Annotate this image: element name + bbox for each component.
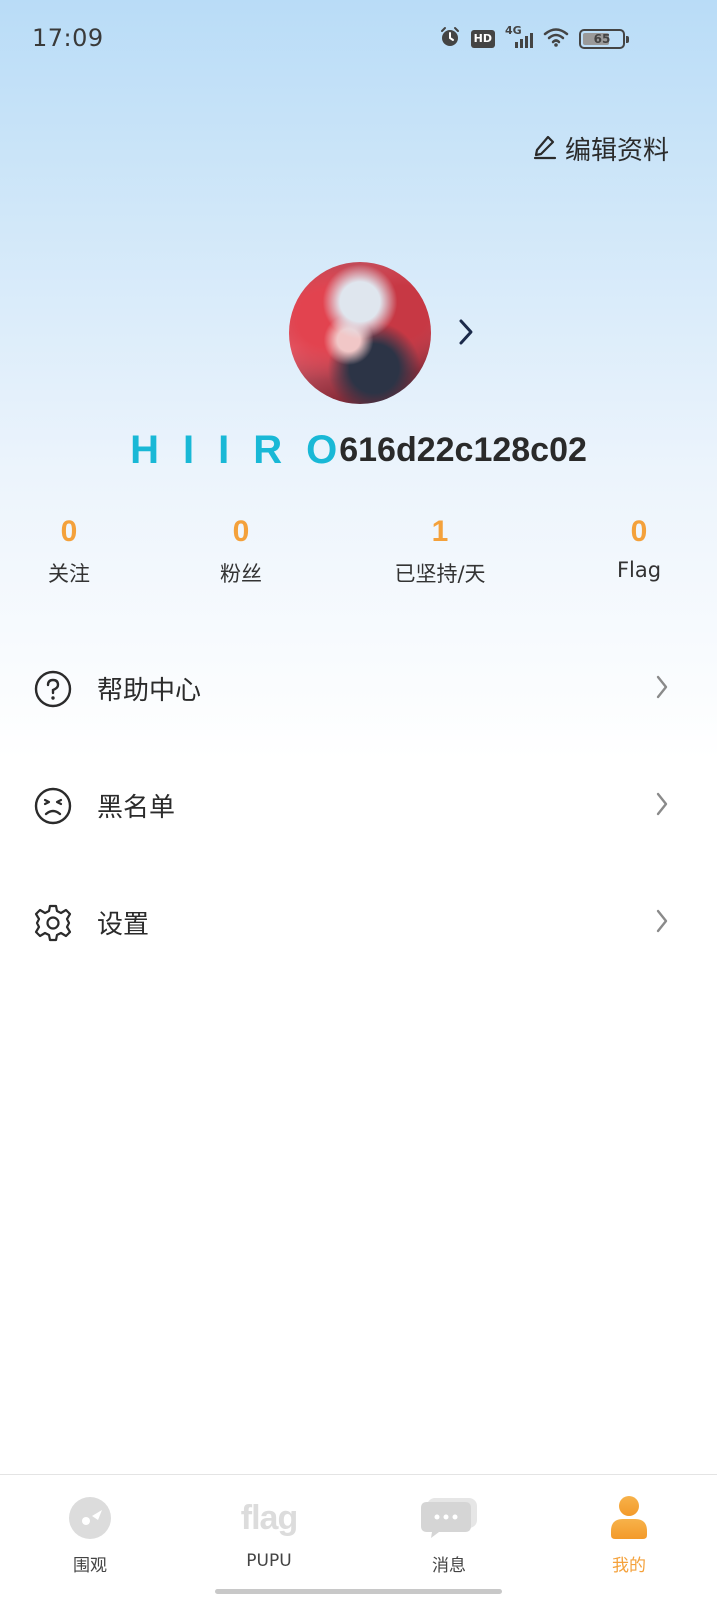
stat-value: 1	[431, 515, 449, 548]
menu-item-label: 设置	[97, 910, 150, 940]
menu-item-help-center[interactable]: 帮助中心	[0, 630, 717, 747]
status-bar: 17:09 HD 4G 65	[0, 0, 717, 80]
bottom-tab-bar: 围观 flag PUPU 消息 我的	[0, 1474, 717, 1600]
stat-label: Flag	[616, 558, 662, 582]
chevron-right-icon	[655, 674, 669, 704]
hd-icon: HD	[470, 30, 495, 48]
menu-list: 帮助中心 黑名单 设置	[0, 630, 717, 981]
tab-label: PUPU	[246, 1551, 292, 1571]
stat-flag[interactable]: 0 Flag	[617, 512, 661, 582]
menu-item-label: 黑名单	[97, 793, 176, 823]
chevron-right-icon	[655, 791, 669, 821]
stat-persist-days[interactable]: 1 已坚持/天	[394, 512, 485, 588]
tab-label: 我的	[612, 1556, 646, 1576]
stat-value: 0	[630, 515, 648, 548]
stat-value: 0	[60, 515, 78, 548]
flag-logo-text: flag	[240, 1498, 298, 1537]
tab-mine[interactable]: 我的	[569, 1493, 689, 1576]
tab-messages[interactable]: 消息	[389, 1493, 509, 1576]
watch-icon	[30, 1493, 150, 1543]
avatar[interactable]	[289, 262, 431, 404]
username-logo: HIIRO	[130, 428, 362, 472]
status-icons: HD 4G 65	[439, 24, 629, 52]
stat-label: 已坚持/天	[394, 562, 486, 586]
battery-icon: 65	[579, 29, 629, 49]
stat-label: 关注	[48, 562, 90, 586]
person-icon	[569, 1493, 689, 1543]
stat-following[interactable]: 0 关注	[48, 512, 90, 588]
stats-row: 0 关注 0 粉丝 1 已坚持/天 0 Flag	[0, 512, 717, 602]
menu-item-blacklist[interactable]: 黑名单	[0, 747, 717, 864]
frown-face-icon	[34, 787, 72, 825]
menu-item-label: 帮助中心	[97, 676, 202, 706]
chevron-right-icon	[655, 908, 669, 938]
tab-pupu[interactable]: flag PUPU	[209, 1493, 329, 1572]
pencil-icon	[533, 134, 557, 164]
user-id: 616d22c128c02	[339, 431, 587, 469]
username: HIIRO 616d22c128c02	[0, 428, 717, 473]
gear-icon	[34, 904, 72, 942]
stat-value: 0	[232, 515, 250, 548]
signal-icon: 4G	[505, 24, 533, 50]
home-indicator[interactable]	[215, 1589, 502, 1594]
status-time: 17:09	[32, 24, 104, 52]
edit-profile-button[interactable]: 编辑资料	[533, 130, 669, 167]
flag-logo-icon: flag	[209, 1493, 329, 1543]
tab-label: 围观	[73, 1556, 107, 1576]
alarm-icon	[439, 26, 461, 52]
chat-bubble-icon	[389, 1493, 509, 1543]
edit-profile-label: 编辑资料	[564, 136, 669, 166]
tab-label: 消息	[432, 1556, 466, 1576]
battery-level: 65	[593, 32, 611, 46]
chevron-right-icon[interactable]	[458, 318, 474, 350]
stat-fans[interactable]: 0 粉丝	[220, 512, 262, 588]
tab-watch[interactable]: 围观	[30, 1493, 150, 1576]
wifi-icon	[543, 27, 569, 51]
menu-item-settings[interactable]: 设置	[0, 864, 717, 981]
help-circle-icon	[34, 670, 72, 708]
stat-label: 粉丝	[220, 562, 262, 586]
